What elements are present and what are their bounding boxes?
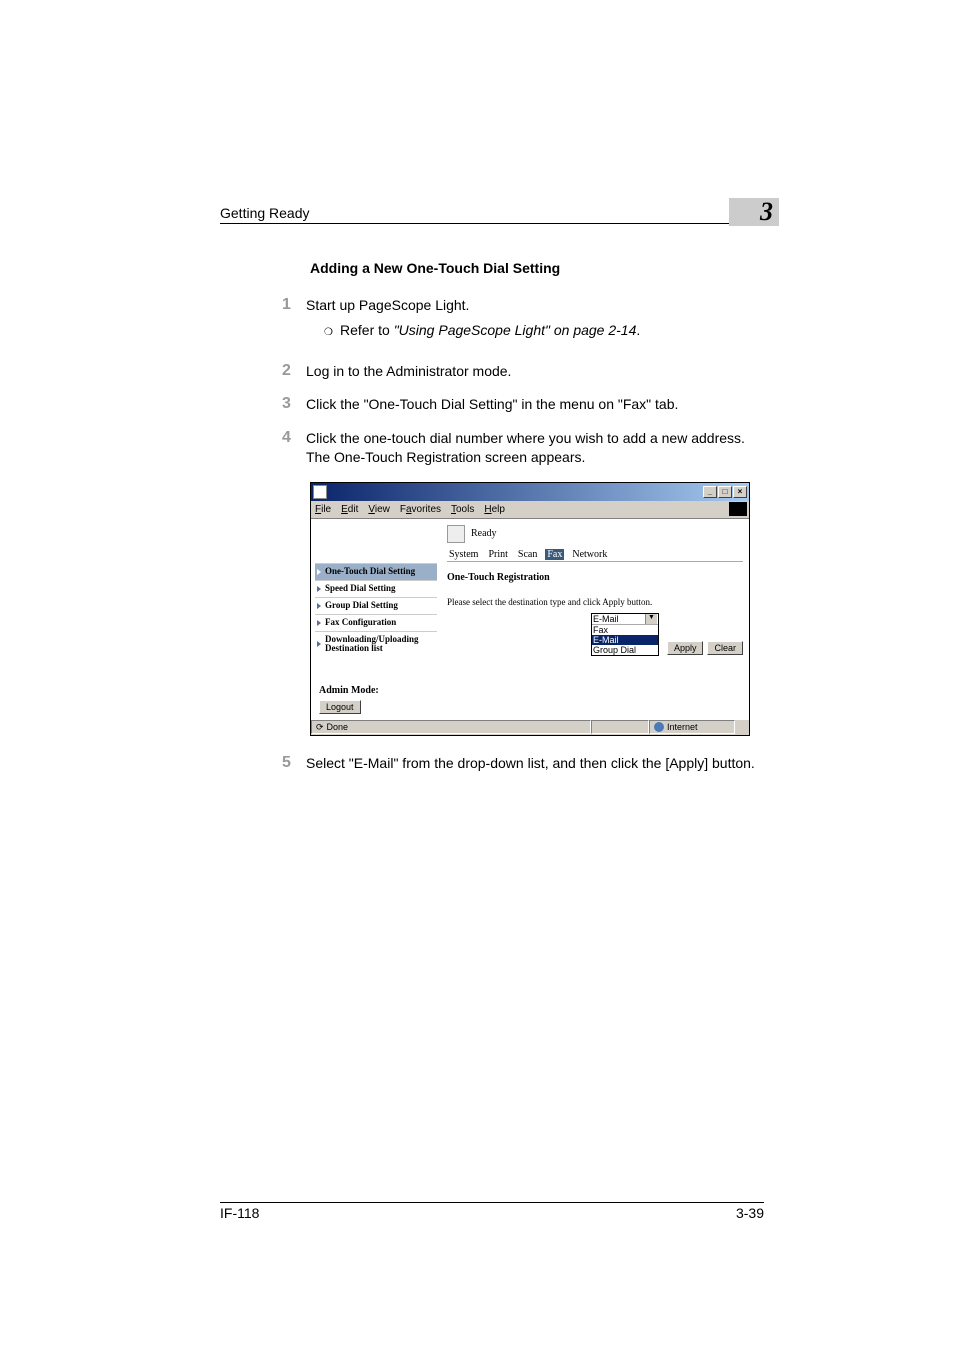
browser-logo-icon [729,502,747,516]
status-zone: Internet [649,720,735,734]
footer-page-number: 3-39 [736,1205,764,1221]
section-title: Adding a New One-Touch Dial Setting [310,260,764,276]
device-status: Ready [471,528,497,539]
browser-menubar: File Edit View Favorites Tools Help [311,501,749,519]
destination-type-select[interactable]: E-Mail ▼ Fax E-Mail Group Dial [591,613,659,656]
chevron-right-icon [317,641,321,647]
sidebar-item-faxconfig[interactable]: Fax Configuration [315,614,437,631]
status-done: ⟳ Done [311,720,591,734]
chapter-badge: 3 [729,198,779,226]
footer-product: IF-118 [220,1205,259,1221]
admin-mode-label: Admin Mode: [315,685,437,696]
printer-icon [447,525,465,543]
menu-file[interactable]: File [315,504,331,515]
select-option[interactable]: Fax [592,625,658,635]
chapter-number: 3 [760,197,773,226]
chevron-right-icon [317,586,321,592]
menu-favorites[interactable]: Favorites [400,504,441,515]
step-text: Click the "One-Touch Dial Setting" in th… [306,395,678,415]
step-sub-text: Refer to "Using PageScope Light" on page… [340,322,640,338]
chevron-down-icon: ▼ [645,614,657,624]
logout-button[interactable]: Logout [319,700,361,714]
chevron-right-icon [317,569,321,575]
sidebar: One-Touch Dial Setting Speed Dial Settin… [311,519,441,719]
window-titlebar: _ □ × [311,483,749,501]
sidebar-item-groupdial[interactable]: Group Dial Setting [315,597,437,614]
tab-network[interactable]: Network [570,549,609,560]
step-number: 4 [282,429,306,468]
sidebar-item-onetouch[interactable]: One-Touch Dial Setting [315,563,437,580]
select-option[interactable]: Group Dial [592,645,658,655]
close-button[interactable]: × [733,486,747,498]
step-4: 4 Click the one-touch dial number where … [310,429,764,468]
sidebar-item-speeddial[interactable]: Speed Dial Setting [315,580,437,597]
tab-fax[interactable]: Fax [545,549,564,560]
menu-edit[interactable]: Edit [341,504,358,515]
content-title: One-Touch Registration [447,572,743,583]
clear-button[interactable]: Clear [707,641,743,655]
running-head-text: Getting Ready [220,205,310,221]
step-text: Start up PageScope Light. [306,296,640,316]
main-panel: Ready System Print Scan Fax Network One-… [441,519,749,719]
embedded-screenshot: _ □ × File Edit View Favorites Tools Hel… [310,482,750,736]
step-text: Click the one-touch dial number where yo… [306,429,764,468]
step-text: Log in to the Administrator mode. [306,362,511,382]
menu-help[interactable]: Help [484,504,505,515]
step-number: 1 [282,296,306,348]
step-2: 2 Log in to the Administrator mode. [310,362,764,382]
app-icon [313,485,327,499]
step-3: 3 Click the "One-Touch Dial Setting" in … [310,395,764,415]
minimize-button[interactable]: _ [703,486,717,498]
select-value: E-Mail [593,614,619,624]
tab-bar: System Print Scan Fax Network [447,549,743,562]
tab-system[interactable]: System [447,549,480,560]
content-instruction: Please select the destination type and c… [447,597,743,607]
step-number: 5 [282,754,306,774]
chevron-right-icon [317,620,321,626]
select-option[interactable]: E-Mail [592,635,658,645]
browser-statusbar: ⟳ Done Internet [311,719,749,735]
hollow-bullet-icon [324,322,340,338]
menu-tools[interactable]: Tools [451,504,474,515]
maximize-button[interactable]: □ [718,486,732,498]
step-5: 5 Select "E-Mail" from the drop-down lis… [310,754,764,774]
sidebar-item-download[interactable]: Downloading/Uploading Destination list [315,631,437,658]
running-header: Getting Ready [220,205,779,224]
step-text: Select "E-Mail" from the drop-down list,… [306,754,755,774]
globe-icon [654,722,664,732]
step-number: 3 [282,395,306,415]
tab-print[interactable]: Print [486,549,509,560]
chevron-right-icon [317,603,321,609]
apply-button[interactable]: Apply [667,641,704,655]
refresh-icon: ⟳ [316,721,324,733]
step-1: 1 Start up PageScope Light. Refer to "Us… [310,296,764,348]
page-footer: IF-118 3-39 [220,1202,764,1221]
status-segment [591,720,649,734]
menu-view[interactable]: View [368,504,390,515]
step-number: 2 [282,362,306,382]
tab-scan[interactable]: Scan [516,549,539,560]
